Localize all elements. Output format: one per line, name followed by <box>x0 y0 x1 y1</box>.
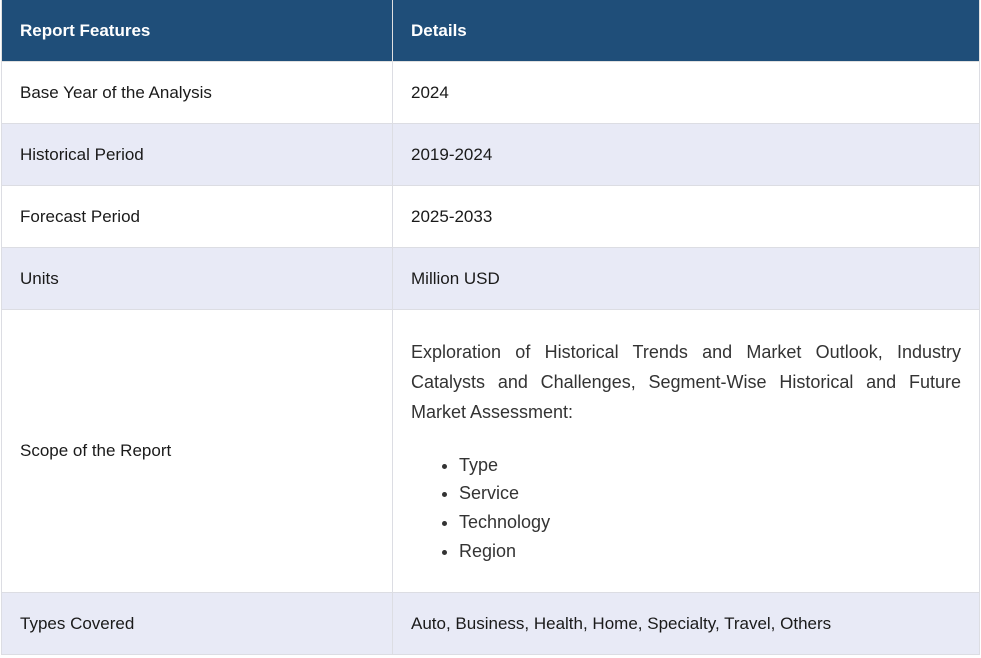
table-header-row: Report Features Details <box>1 0 980 62</box>
detail-cell: 2025-2033 <box>392 185 980 248</box>
scope-detail-cell: Exploration of Historical Trends and Mar… <box>392 309 980 593</box>
table-row: Types Covered Auto, Business, Health, Ho… <box>1 592 980 655</box>
table-row-scope: Scope of the Report Exploration of Histo… <box>1 309 980 593</box>
feature-cell: Types Covered <box>1 592 393 655</box>
header-details: Details <box>392 0 980 62</box>
detail-cell: Auto, Business, Health, Home, Specialty,… <box>392 592 980 655</box>
feature-cell: Historical Period <box>1 123 393 186</box>
report-features-table: Report Features Details Base Year of the… <box>1 0 980 655</box>
table-row: Forecast Period 2025-2033 <box>1 185 980 248</box>
header-report-features: Report Features <box>1 0 393 62</box>
feature-cell: Scope of the Report <box>1 309 393 593</box>
table-row: Base Year of the Analysis 2024 <box>1 61 980 124</box>
detail-cell: Million USD <box>392 247 980 310</box>
table-row: Units Million USD <box>1 247 980 310</box>
scope-description: Exploration of Historical Trends and Mar… <box>411 341 961 422</box>
feature-cell: Base Year of the Analysis <box>1 61 393 124</box>
list-item: Type <box>459 451 961 480</box>
table-row: Historical Period 2019-2024 <box>1 123 980 186</box>
detail-cell: 2019-2024 <box>392 123 980 186</box>
feature-cell: Forecast Period <box>1 185 393 248</box>
list-item: Region <box>459 537 961 566</box>
list-item: Technology <box>459 508 961 537</box>
scope-list: Type Service Technology Region <box>411 451 961 566</box>
feature-cell: Units <box>1 247 393 310</box>
list-item: Service <box>459 479 961 508</box>
detail-cell: 2024 <box>392 61 980 124</box>
